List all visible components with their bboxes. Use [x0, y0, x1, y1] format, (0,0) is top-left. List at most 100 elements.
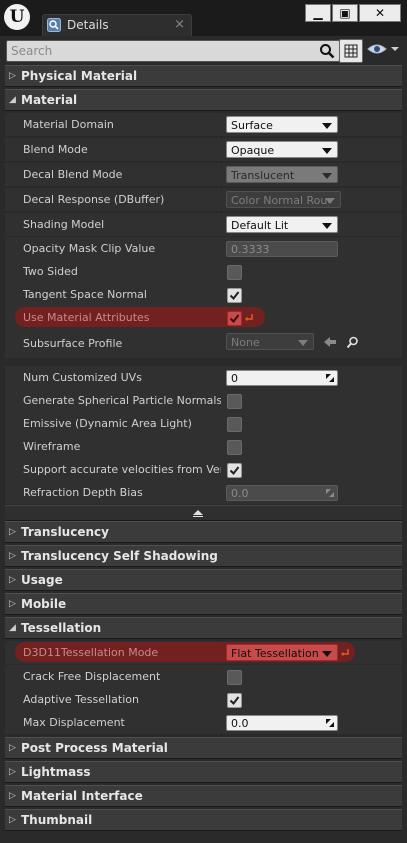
property-tangent-space-normal: Tangent Space Normal — [5, 283, 402, 306]
subsurface-profile-dropdown[interactable]: None — [226, 333, 314, 350]
category-translucency-self-shadowing[interactable]: ▷ Translucency Self Shadowing — [5, 545, 402, 567]
maximize-button[interactable]: ▣ — [332, 4, 358, 22]
category-post-process-material[interactable]: ▷ Post Process Material — [5, 737, 402, 759]
reset-arrow-icon[interactable] — [340, 647, 350, 657]
property-max-displacement: Max Displacement 0.0 — [5, 711, 402, 734]
dropdown-value: None — [231, 336, 260, 349]
reset-arrow-icon[interactable] — [244, 312, 254, 322]
support-accurate-velocities-checkbox[interactable] — [227, 463, 242, 478]
tab-close-icon[interactable]: × — [174, 17, 185, 32]
resize-grip-icon — [326, 489, 334, 497]
property-num-customized-uvs: Num Customized UVs 0 — [5, 366, 402, 389]
details-panel: Search ▷ Physical Material ◢ Material Ma… — [0, 36, 407, 843]
search-icon[interactable] — [319, 43, 335, 59]
view-options-button[interactable] — [366, 40, 400, 58]
triangle-right-icon: ▷ — [9, 767, 16, 777]
category-usage[interactable]: ▷ Usage — [5, 569, 402, 591]
property-matrix-button[interactable] — [339, 39, 363, 63]
property-shading-model: Shading Model Default Lit — [5, 213, 402, 236]
category-translucency[interactable]: ▷ Translucency — [5, 521, 402, 543]
triangle-up-icon — [193, 510, 203, 517]
property-label: Refraction Depth Bias — [23, 486, 143, 499]
close-button[interactable]: ✕ — [359, 4, 401, 22]
wireframe-checkbox[interactable] — [227, 440, 242, 455]
advanced-toggle[interactable] — [5, 505, 402, 521]
dropdown-value: Flat Tessellation — [231, 647, 319, 660]
category-lightmass[interactable]: ▷ Lightmass — [5, 761, 402, 783]
category-mobile[interactable]: ▷ Mobile — [5, 593, 402, 615]
property-label: Use Material Attributes — [23, 311, 150, 324]
property-generate-spherical-particle-normals: Generate Spherical Particle Normals — [5, 389, 402, 412]
property-blend-mode: Blend Mode Opaque — [5, 138, 402, 161]
details-tab-icon — [47, 18, 61, 32]
decal-blend-mode-dropdown[interactable]: Translucent — [226, 166, 338, 183]
category-material-interface[interactable]: ▷ Material Interface — [5, 785, 402, 807]
d3d11-tessellation-mode-dropdown[interactable]: Flat Tessellation — [226, 644, 338, 661]
chevron-down-icon — [325, 198, 335, 204]
crack-free-displacement-checkbox[interactable] — [227, 670, 242, 685]
checkmark-icon — [229, 466, 240, 476]
opacity-mask-clip-field[interactable]: 0.3333 — [226, 241, 338, 257]
minimize-button[interactable]: ▁ — [305, 4, 331, 22]
property-label: Wireframe — [23, 440, 81, 453]
category-label: Thumbnail — [21, 813, 93, 827]
category-physical-material[interactable]: ▷ Physical Material — [5, 65, 402, 87]
category-tessellation[interactable]: ◢ Tessellation — [5, 617, 402, 639]
property-label: Support accurate velocities from Vertex — [23, 463, 221, 476]
property-refraction-depth-bias: Refraction Depth Bias 0.0 — [5, 481, 402, 504]
category-material[interactable]: ◢ Material — [5, 89, 402, 111]
chevron-down-icon — [322, 223, 332, 229]
refraction-depth-bias-field[interactable]: 0.0 — [226, 485, 338, 501]
category-label: Material Interface — [21, 789, 143, 803]
category-label: Usage — [21, 573, 63, 587]
property-support-accurate-velocities: Support accurate velocities from Vertex — [5, 458, 402, 481]
search-input[interactable]: Search — [6, 40, 340, 62]
tangent-space-normal-checkbox[interactable] — [227, 288, 242, 303]
two-sided-checkbox[interactable] — [227, 265, 242, 280]
emissive-dynamic-area-light-checkbox[interactable] — [227, 417, 242, 432]
property-label: Decal Blend Mode — [23, 168, 123, 181]
section-gap — [5, 358, 402, 366]
blend-mode-dropdown[interactable]: Opaque — [226, 141, 338, 158]
shading-model-dropdown[interactable]: Default Lit — [226, 216, 338, 233]
category-label: Lightmass — [21, 765, 91, 779]
triangle-down-icon: ◢ — [9, 95, 16, 105]
property-label: Shading Model — [23, 218, 105, 231]
arrow-left-icon[interactable] — [323, 336, 337, 348]
category-thumbnail[interactable]: ▷ Thumbnail — [5, 809, 402, 831]
triangle-right-icon: ▷ — [9, 743, 16, 753]
grid-icon — [344, 44, 358, 58]
property-label: Crack Free Displacement — [23, 670, 161, 683]
property-use-material-attributes: Use Material Attributes — [5, 306, 402, 329]
property-emissive-dynamic-area-light: Emissive (Dynamic Area Light) — [5, 412, 402, 435]
property-label: Max Displacement — [23, 716, 125, 729]
field-value: 0.0 — [231, 487, 249, 500]
field-value: 0 — [231, 372, 238, 385]
triangle-right-icon: ▷ — [9, 71, 16, 81]
property-label: Two Sided — [23, 265, 78, 278]
dropdown-value: Color Normal Roughness — [231, 194, 329, 207]
property-crack-free-displacement: Crack Free Displacement — [5, 665, 402, 688]
adaptive-tessellation-checkbox[interactable] — [227, 693, 242, 708]
triangle-right-icon: ▷ — [9, 815, 16, 825]
category-label: Material — [21, 93, 78, 107]
magnifier-icon[interactable] — [346, 336, 359, 349]
use-material-attributes-checkbox[interactable] — [227, 311, 242, 326]
max-displacement-field[interactable]: 0.0 — [226, 715, 338, 731]
material-domain-dropdown[interactable]: Surface — [226, 116, 338, 133]
property-label: Num Customized UVs — [23, 371, 142, 384]
unreal-logo-icon: U — [4, 4, 30, 30]
resize-grip-icon — [326, 719, 334, 727]
checkmark-icon — [229, 314, 240, 324]
triangle-right-icon: ▷ — [9, 527, 16, 537]
generate-spherical-particle-normals-checkbox[interactable] — [227, 394, 242, 409]
checkmark-icon — [229, 291, 240, 301]
triangle-right-icon: ▷ — [9, 575, 16, 585]
category-label: Translucency Self Shadowing — [21, 549, 218, 563]
property-label: Emissive (Dynamic Area Light) — [23, 417, 192, 430]
num-customized-uvs-field[interactable]: 0 — [226, 370, 338, 386]
dropdown-value: Translucent — [231, 169, 295, 182]
decal-response-dropdown[interactable]: Color Normal Roughness — [226, 191, 341, 208]
tab-details[interactable]: Details × — [42, 14, 192, 37]
property-two-sided: Two Sided — [5, 260, 402, 283]
